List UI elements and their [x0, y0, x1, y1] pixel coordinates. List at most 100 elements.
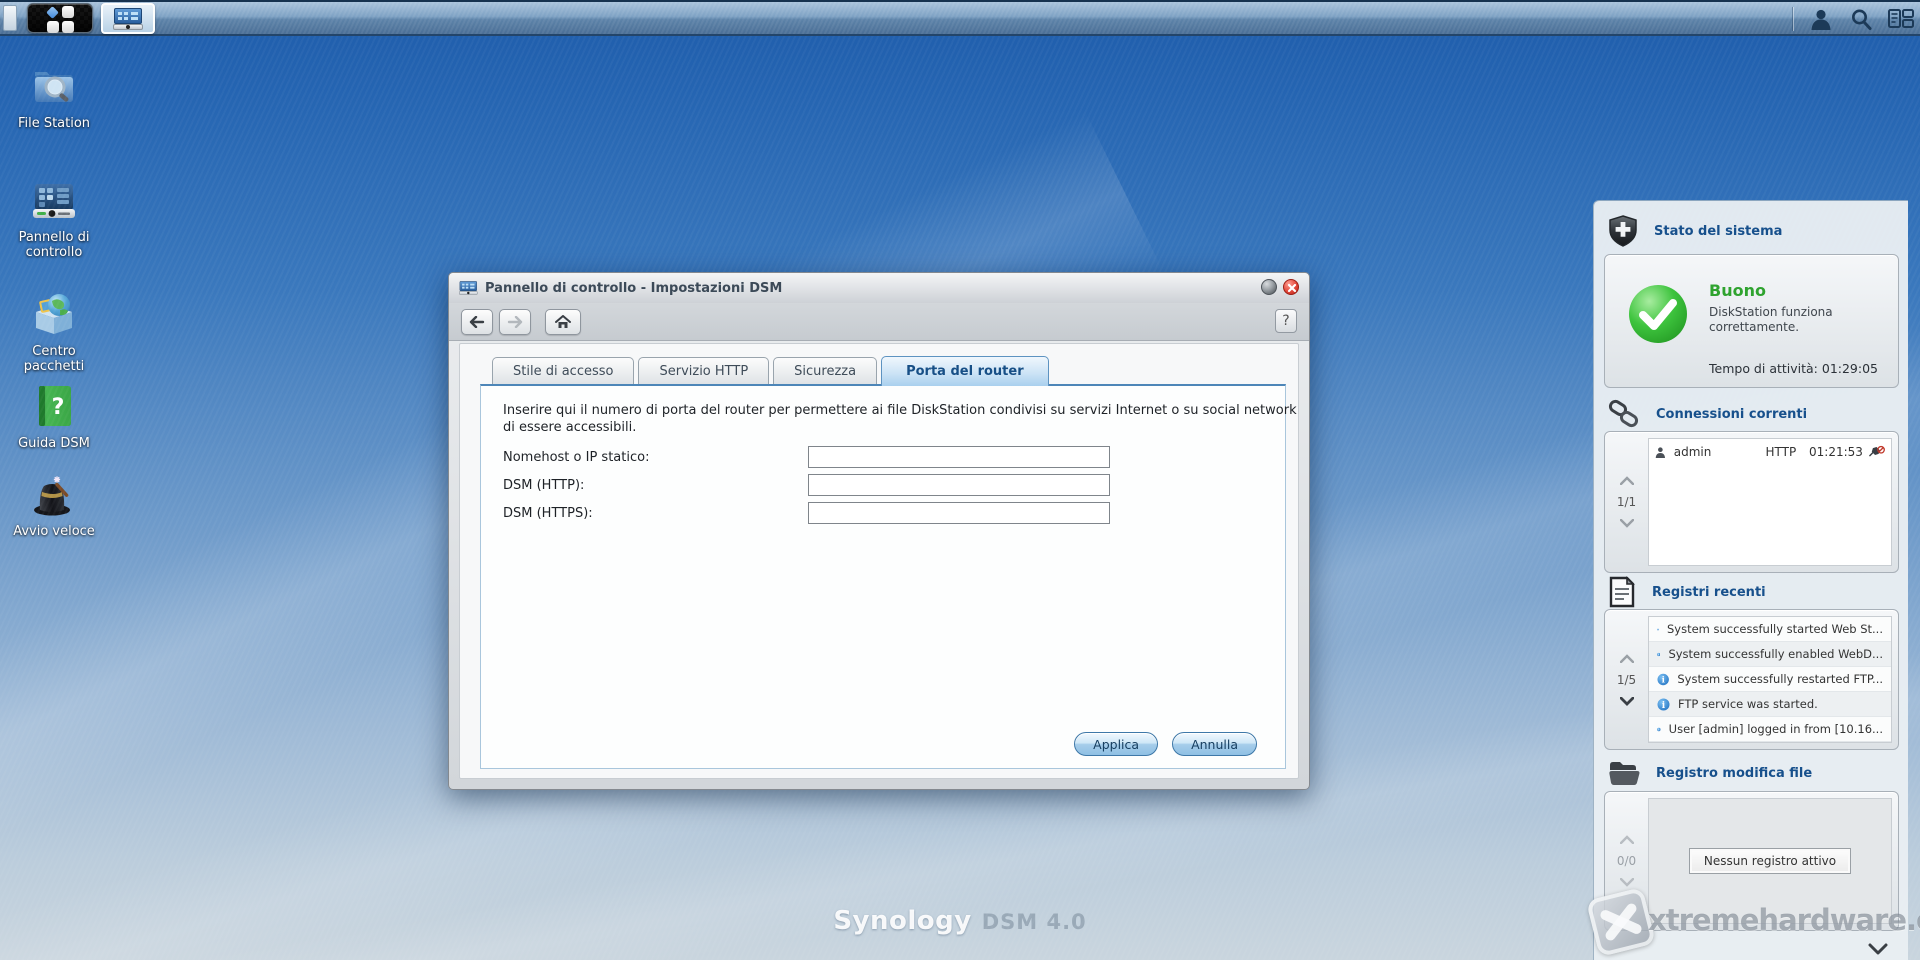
health-description: DiskStation funziona correttamente.: [1709, 305, 1884, 335]
user-icon[interactable]: [1808, 6, 1834, 32]
info-icon: i: [1657, 698, 1670, 711]
document-icon: [1608, 576, 1636, 608]
section-title: Registro modifica file: [1656, 766, 1812, 781]
log-row[interactable]: i System successfully started Web St...: [1649, 617, 1891, 642]
close-icon[interactable]: [1283, 279, 1299, 295]
tab-stile-di-accesso[interactable]: Stile di accesso: [492, 357, 634, 384]
desktop-icon-quick-start[interactable]: Avvio veloce: [6, 470, 102, 539]
apply-button[interactable]: Applica: [1074, 732, 1158, 756]
pilot-view-icon[interactable]: [1888, 6, 1914, 32]
home-button[interactable]: [545, 309, 581, 335]
log-text: System successfully restarted FTP...: [1677, 672, 1883, 686]
pager-count: 1/1: [1617, 495, 1636, 509]
field-label: Nomehost o IP statico:: [503, 450, 808, 465]
dsm-http-port-input[interactable]: [808, 474, 1110, 496]
info-icon: i: [1657, 673, 1669, 686]
taskbar-item-control-panel[interactable]: [101, 3, 155, 34]
dialog-body: Stile di accesso Servizio HTTP Sicurezza…: [459, 343, 1299, 779]
field-row-hostname: Nomehost o IP statico:: [503, 446, 1110, 468]
no-active-log-message: Nessun registro attivo: [1689, 848, 1851, 874]
show-desktop-button[interactable]: [3, 5, 17, 31]
dsm-help-icon: ?: [30, 382, 78, 430]
widget-panel: Stato del sistema Buono DiskStation funz…: [1593, 200, 1908, 960]
section-title: Stato del sistema: [1654, 224, 1782, 239]
forward-button[interactable]: [499, 309, 531, 335]
tab-sicurezza[interactable]: Sicurezza: [773, 357, 877, 384]
logs-pager: 1/5: [1605, 610, 1648, 749]
system-health-header: Stato del sistema: [1608, 215, 1782, 247]
status-ok-icon: [1627, 283, 1689, 345]
file-log-area: Nessun registro attivo: [1648, 798, 1892, 924]
quick-start-icon: [30, 470, 78, 518]
log-row[interactable]: i System successfully enabled WebD...: [1649, 642, 1891, 667]
field-row-dsm-https: DSM (HTTPS):: [503, 502, 1110, 524]
help-button[interactable]: ?: [1275, 309, 1297, 333]
dsm-https-port-input[interactable]: [808, 502, 1110, 524]
brand-name: Synology: [833, 906, 971, 936]
tab-porta-del-router[interactable]: Porta del router: [881, 356, 1049, 386]
connections-pager: 1/1: [1605, 432, 1648, 572]
page-up-icon[interactable]: [1620, 654, 1634, 663]
log-text: System successfully started Web St...: [1667, 622, 1883, 636]
section-title: Connessioni correnti: [1656, 407, 1807, 422]
info-icon: i: [1657, 723, 1661, 736]
desktop-icon-label: Avvio veloce: [6, 524, 102, 539]
main-menu-button[interactable]: [27, 3, 93, 33]
health-status: Buono: [1709, 281, 1766, 300]
log-text: User [admin] logged in from [10.16...: [1669, 722, 1883, 736]
system-health-box: Buono DiskStation funziona correttamente…: [1604, 254, 1899, 388]
control-panel-icon: [113, 8, 143, 30]
file-log-box: 0/0 Nessun registro attivo: [1604, 791, 1899, 931]
desktop-icon-label: Centro pacchetti: [6, 344, 102, 374]
connections-box: 1/1 admin HTTP 01:21:53: [1604, 431, 1899, 573]
page-up-icon[interactable]: [1620, 835, 1634, 844]
field-row-dsm-http: DSM (HTTP):: [503, 474, 1110, 496]
desktop-icon-package-center[interactable]: Centro pacchetti: [6, 290, 102, 374]
search-icon[interactable]: [1848, 6, 1874, 32]
connection-row[interactable]: admin HTTP 01:21:53: [1649, 439, 1891, 465]
page-down-icon[interactable]: [1620, 697, 1634, 706]
log-row[interactable]: i User [admin] logged in from [10.16...: [1649, 717, 1891, 742]
dialog-tabs: Stile di accesso Servizio HTTP Sicurezza…: [492, 356, 1049, 384]
synology-logo: Synology DSM 4.0: [810, 906, 1110, 936]
desktop-icon-file-station[interactable]: File Station: [6, 62, 102, 131]
desktop-icon-label: Pannello di controllo: [6, 230, 102, 260]
file-log-pager: 0/0: [1605, 792, 1648, 930]
svg-text:i: i: [1662, 700, 1666, 710]
hostname-input[interactable]: [808, 446, 1110, 468]
chevron-down-icon: [1868, 943, 1888, 955]
log-row[interactable]: i FTP service was started.: [1649, 692, 1891, 717]
page-down-icon[interactable]: [1620, 878, 1634, 887]
dialog-titlebar[interactable]: Pannello di controllo - Impostazioni DSM: [449, 273, 1309, 303]
taskbar: [0, 0, 1920, 36]
page-down-icon[interactable]: [1620, 519, 1634, 528]
section-title: Registri recenti: [1652, 585, 1766, 600]
info-icon: i: [1657, 623, 1659, 636]
minimize-button[interactable]: [1261, 279, 1277, 295]
package-center-icon: [30, 290, 78, 338]
widget-panel-collapse-button[interactable]: [1856, 940, 1900, 958]
main-menu-icon: [47, 6, 74, 33]
tray-divider: [1793, 7, 1794, 31]
brand-version: DSM 4.0: [982, 910, 1087, 934]
back-button[interactable]: [461, 309, 493, 335]
control-panel-icon: [30, 176, 78, 224]
pager-count: 0/0: [1617, 854, 1636, 868]
log-text: System successfully enabled WebD...: [1668, 647, 1883, 661]
page-up-icon[interactable]: [1620, 476, 1634, 485]
panel-description: Inserire qui il numero di porta del rout…: [503, 402, 1303, 436]
desktop-icon-control-panel[interactable]: Pannello di controllo: [6, 176, 102, 260]
desktop-icon-dsm-help[interactable]: ? Guida DSM: [6, 382, 102, 451]
cancel-button[interactable]: Annulla: [1172, 732, 1257, 756]
tab-servizio-http[interactable]: Servizio HTTP: [638, 357, 769, 384]
disconnect-icon[interactable]: [1869, 445, 1885, 459]
link-icon: [1608, 399, 1640, 429]
log-row[interactable]: i System successfully restarted FTP...: [1649, 667, 1891, 692]
info-icon: i: [1657, 648, 1660, 661]
logs-box: 1/5 i System successfully started Web St…: [1604, 609, 1899, 750]
svg-text:i: i: [1658, 653, 1659, 656]
file-log-header: Registro modifica file: [1608, 759, 1812, 787]
svg-text:?: ?: [52, 395, 65, 420]
connection-time: 01:21:53: [1809, 445, 1863, 459]
logs-list: i System successfully started Web St... …: [1648, 616, 1892, 743]
